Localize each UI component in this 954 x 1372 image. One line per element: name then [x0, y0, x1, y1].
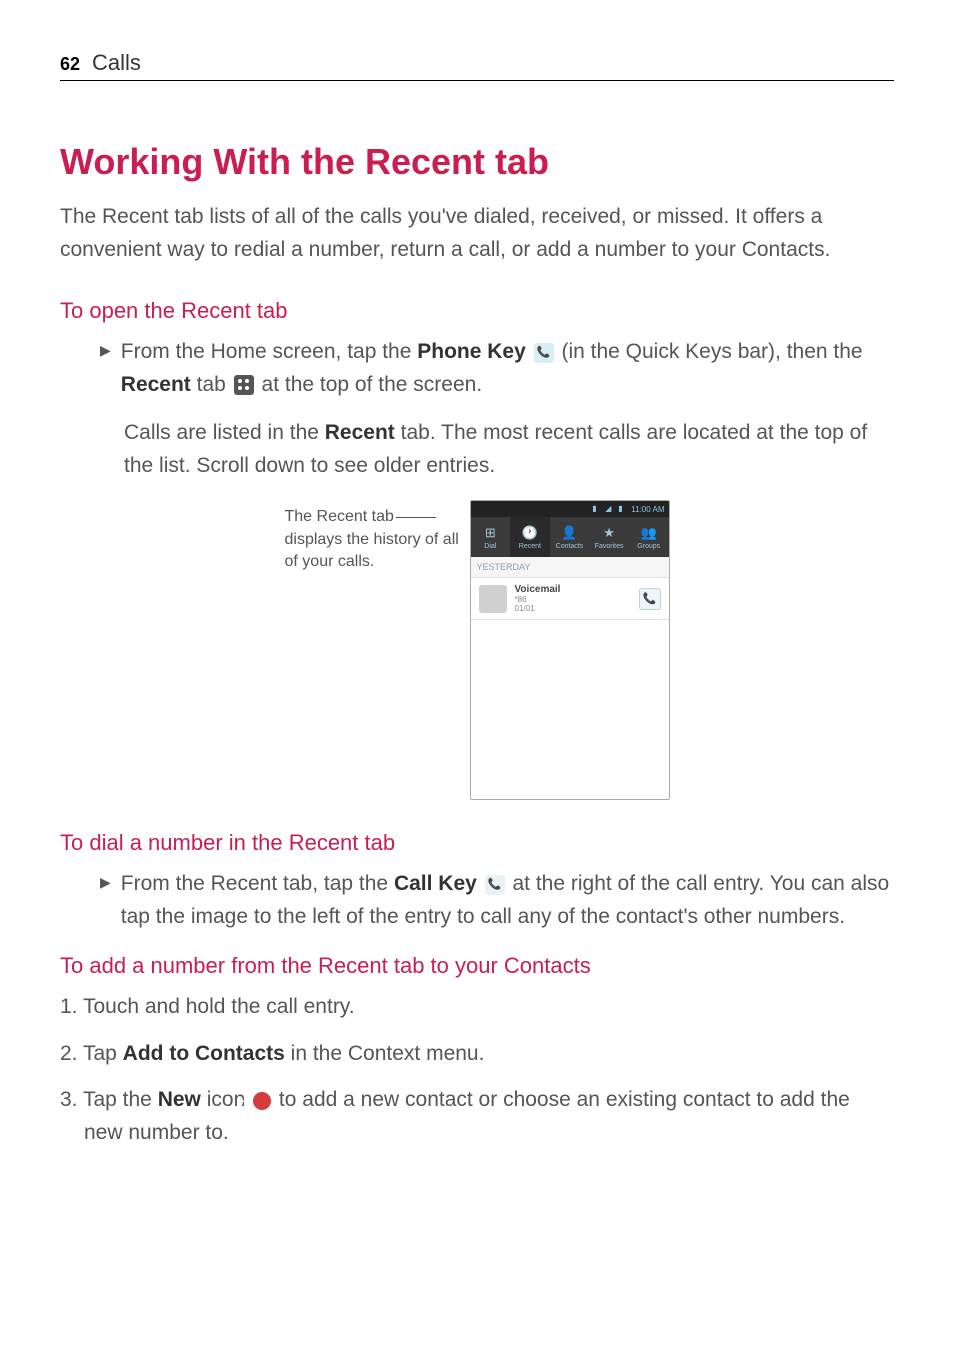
day-label: YESTERDAY	[471, 557, 669, 578]
text-fragment: in the Context menu.	[285, 1042, 485, 1065]
tab-label: Favorites	[595, 543, 624, 550]
bullet-text: From the Recent tab, tap the Call Key at…	[121, 868, 894, 933]
bullet-dial-number: ▶ From the Recent tab, tap the Call Key …	[100, 868, 894, 933]
heading-dial-number: To dial a number in the Recent tab	[60, 830, 894, 856]
intro-paragraph: The Recent tab lists of all of the calls…	[60, 201, 894, 266]
tab-label: Recent	[519, 543, 541, 550]
tab-recent[interactable]: 🕐 Recent	[510, 517, 550, 557]
bullet-marker-icon: ▶	[100, 342, 111, 359]
new-plus-icon	[253, 1092, 271, 1110]
bullet-open-recent: ▶ From the Home screen, tap the Phone Ke…	[100, 336, 894, 401]
bullet-marker-icon: ▶	[100, 874, 111, 891]
entry-name: Voicemail	[515, 584, 631, 595]
wifi-icon: ◢	[605, 504, 615, 514]
contacts-icon: 👤	[561, 525, 577, 541]
signal-icon: ▮	[592, 504, 602, 514]
phone-key-icon	[534, 343, 554, 363]
text-fragment: (in the Quick Keys bar), then the	[556, 340, 863, 363]
step-2: 2. Tap Add to Contacts in the Context me…	[60, 1038, 894, 1071]
text-fragment: From the Recent tab, tap the	[121, 872, 394, 895]
call-key-label: Call Key	[394, 872, 477, 895]
call-key-icon	[485, 875, 505, 895]
recent-label: Recent	[121, 373, 191, 396]
phone-screenshot: ▮ ◢ ▮ 11:00 AM ⊞ Dial 🕐 Recent 👤 Contact…	[470, 500, 670, 800]
tab-label: Groups	[637, 543, 660, 550]
entry-date: 01/01	[515, 604, 631, 613]
heading-add-contact: To add a number from the Recent tab to y…	[60, 953, 894, 979]
tab-contacts[interactable]: 👤 Contacts	[550, 517, 590, 557]
bullet-text: From the Home screen, tap the Phone Key …	[121, 336, 894, 401]
step-1: 1. Touch and hold the call entry.	[60, 991, 894, 1024]
status-time: 11:00 AM	[631, 505, 664, 514]
text-fragment: Calls are listed in the	[124, 421, 325, 444]
add-to-contacts-label: Add to Contacts	[123, 1042, 285, 1065]
caption-line1: The Recent tab	[285, 508, 394, 525]
continuation-text: Calls are listed in the Recent tab. The …	[124, 417, 894, 482]
tab-favorites[interactable]: ★ Favorites	[589, 517, 629, 557]
tab-label: Dial	[484, 543, 496, 550]
dial-icon: ⊞	[485, 525, 496, 541]
text-fragment: at the top of the screen.	[256, 373, 482, 396]
recent-tab-icon	[234, 375, 254, 395]
call-entry[interactable]: Voicemail *86 01/01 📞	[471, 578, 669, 620]
entry-avatar[interactable]	[479, 585, 507, 613]
entry-info: Voicemail *86 01/01	[515, 584, 631, 613]
caption-connector-line	[396, 517, 436, 518]
entry-number: *86	[515, 595, 631, 604]
phone-tabs-row: ⊞ Dial 🕐 Recent 👤 Contacts ★ Favorites 👥…	[471, 517, 669, 557]
recent-icon: 🕐	[522, 525, 538, 541]
step-3: 3. Tap the New icon to add a new contact…	[60, 1084, 894, 1149]
tab-groups[interactable]: 👥 Groups	[629, 517, 669, 557]
text-fragment: From the Home screen, tap the	[121, 340, 417, 363]
text-fragment: tab	[191, 373, 232, 396]
section-title: Calls	[92, 50, 141, 76]
heading-open-recent: To open the Recent tab	[60, 298, 894, 324]
text-fragment: 3. Tap the	[60, 1088, 158, 1111]
caption-line2: displays the history of all of your call…	[285, 531, 459, 570]
recent-bold: Recent	[325, 421, 395, 444]
battery-icon: ▮	[618, 504, 628, 514]
tab-dial[interactable]: ⊞ Dial	[471, 517, 511, 557]
phone-key-label: Phone Key	[417, 340, 526, 363]
text-fragment: 2. Tap	[60, 1042, 123, 1065]
numbered-list: 1. Touch and hold the call entry. 2. Tap…	[60, 991, 894, 1149]
page-number: 62	[60, 54, 80, 75]
tab-label: Contacts	[556, 543, 584, 550]
entry-call-button[interactable]: 📞	[639, 588, 661, 610]
new-label: New	[158, 1088, 201, 1111]
figure-row: The Recent tab displays the history of a…	[60, 500, 894, 800]
favorites-icon: ★	[603, 525, 615, 541]
phone-statusbar: ▮ ◢ ▮ 11:00 AM	[471, 501, 669, 517]
groups-icon: 👥	[641, 525, 657, 541]
page-header: 62 Calls	[60, 50, 894, 81]
main-title: Working With the Recent tab	[60, 141, 894, 183]
figure-caption: The Recent tab displays the history of a…	[285, 500, 470, 573]
